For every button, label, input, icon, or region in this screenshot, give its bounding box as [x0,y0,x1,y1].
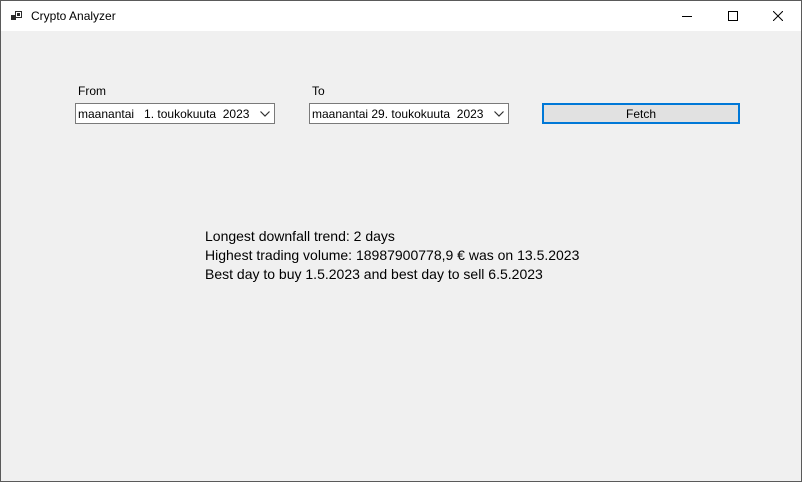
minimize-icon [682,16,692,17]
fetch-button[interactable]: Fetch [542,103,740,124]
app-window: Crypto Analyzer From maanantai 1. toukok… [0,0,802,482]
chevron-down-icon[interactable] [259,109,271,119]
minimize-button[interactable] [664,1,710,31]
to-date-value: maanantai 29. toukokuuta 2023 [312,107,484,121]
maximize-button[interactable] [710,1,756,31]
to-date-picker[interactable]: maanantai 29. toukokuuta 2023 [309,103,509,124]
close-icon [773,11,783,21]
from-date-value: maanantai 1. toukokuuta 2023 [78,107,250,121]
results-panel: Longest downfall trend: 2 days Highest t… [205,227,579,284]
title-bar[interactable]: Crypto Analyzer [1,1,801,31]
from-label: From [78,84,106,98]
downfall-trend-text: Longest downfall trend: 2 days [205,228,395,244]
from-date-picker[interactable]: maanantai 1. toukokuuta 2023 [75,103,275,124]
buy-sell-text: Best day to buy 1.5.2023 and best day to… [205,266,543,282]
maximize-icon [728,11,738,21]
chevron-down-icon[interactable] [493,109,505,119]
client-area: From maanantai 1. toukokuuta 2023 To maa… [1,31,801,481]
window-title: Crypto Analyzer [31,9,116,23]
close-button[interactable] [755,1,801,31]
to-label: To [312,84,325,98]
trading-volume-text: Highest trading volume: 18987900778,9 € … [205,247,580,263]
app-icon [11,11,22,20]
